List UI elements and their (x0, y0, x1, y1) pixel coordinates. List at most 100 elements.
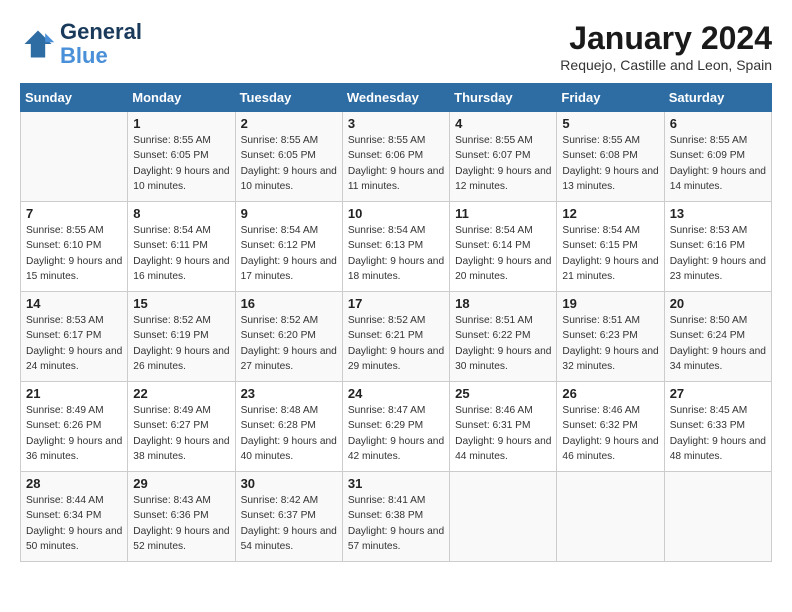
daylight-text: Daylight: 9 hours and 57 minutes. (348, 524, 444, 555)
page-header: General Blue January 2024 Requejo, Casti… (20, 20, 772, 73)
calendar-cell: 24Sunrise: 8:47 AMSunset: 6:29 PMDayligh… (342, 382, 449, 472)
sunrise-text: Sunrise: 8:46 AM (455, 403, 551, 418)
sunrise-text: Sunrise: 8:54 AM (455, 223, 551, 238)
day-info: Sunrise: 8:54 AMSunset: 6:11 PMDaylight:… (133, 223, 229, 284)
sunset-text: Sunset: 6:32 PM (562, 418, 658, 433)
calendar-cell: 18Sunrise: 8:51 AMSunset: 6:22 PMDayligh… (450, 292, 557, 382)
sunrise-text: Sunrise: 8:53 AM (26, 313, 122, 328)
weekday-header-sunday: Sunday (21, 84, 128, 112)
sunrise-text: Sunrise: 8:44 AM (26, 493, 122, 508)
sunset-text: Sunset: 6:07 PM (455, 148, 551, 163)
sunset-text: Sunset: 6:20 PM (241, 328, 337, 343)
day-number: 17 (348, 296, 444, 311)
sunrise-text: Sunrise: 8:54 AM (133, 223, 229, 238)
day-number: 15 (133, 296, 229, 311)
sunrise-text: Sunrise: 8:43 AM (133, 493, 229, 508)
sunrise-text: Sunrise: 8:47 AM (348, 403, 444, 418)
day-number: 11 (455, 206, 551, 221)
calendar-cell: 19Sunrise: 8:51 AMSunset: 6:23 PMDayligh… (557, 292, 664, 382)
daylight-text: Daylight: 9 hours and 14 minutes. (670, 164, 766, 195)
calendar-cell: 11 Sunrise: 8:54 AMSunset: 6:14 PMDayligh… (450, 202, 557, 292)
day-number: 29 (133, 476, 229, 491)
sunset-text: Sunset: 6:38 PM (348, 508, 444, 523)
day-number: 6 (670, 116, 766, 131)
sunset-text: Sunset: 6:27 PM (133, 418, 229, 433)
day-info: Sunrise: 8:52 AMSunset: 6:20 PMDaylight:… (241, 313, 337, 374)
sunset-text: Sunset: 6:08 PM (562, 148, 658, 163)
sunset-text: Sunset: 6:28 PM (241, 418, 337, 433)
daylight-text: Daylight: 9 hours and 54 minutes. (241, 524, 337, 555)
day-number: 21 (26, 386, 122, 401)
sunrise-text: Sunrise: 8:49 AM (133, 403, 229, 418)
sunset-text: Sunset: 6:05 PM (241, 148, 337, 163)
sunset-text: Sunset: 6:10 PM (26, 238, 122, 253)
sunset-text: Sunset: 6:21 PM (348, 328, 444, 343)
day-info: Sunrise: 8:55 AMSunset: 6:06 PMDaylight:… (348, 133, 444, 194)
calendar-cell: 20Sunrise: 8:50 AMSunset: 6:24 PMDayligh… (664, 292, 771, 382)
sunset-text: Sunset: 6:19 PM (133, 328, 229, 343)
day-number: 8 (133, 206, 229, 221)
daylight-text: Daylight: 9 hours and 24 minutes. (26, 344, 122, 375)
sunrise-text: Sunrise: 8:46 AM (562, 403, 658, 418)
day-info: Sunrise: 8:55 AMSunset: 6:07 PMDaylight:… (455, 133, 551, 194)
daylight-text: Daylight: 9 hours and 44 minutes. (455, 434, 551, 465)
sunset-text: Sunset: 6:24 PM (670, 328, 766, 343)
day-number: 3 (348, 116, 444, 131)
day-number: 30 (241, 476, 337, 491)
sunrise-text: Sunrise: 8:52 AM (348, 313, 444, 328)
daylight-text: Daylight: 9 hours and 11 minutes. (348, 164, 444, 195)
sunrise-text: Sunrise: 8:50 AM (670, 313, 766, 328)
sunset-text: Sunset: 6:29 PM (348, 418, 444, 433)
sunset-text: Sunset: 6:34 PM (26, 508, 122, 523)
calendar-cell (664, 472, 771, 562)
sunset-text: Sunset: 6:17 PM (26, 328, 122, 343)
sunset-text: Sunset: 6:13 PM (348, 238, 444, 253)
calendar-cell: 27Sunrise: 8:45 AMSunset: 6:33 PMDayligh… (664, 382, 771, 472)
daylight-text: Daylight: 9 hours and 40 minutes. (241, 434, 337, 465)
sunrise-text: Sunrise: 8:54 AM (562, 223, 658, 238)
calendar-cell: 6 Sunrise: 8:55 AMSunset: 6:09 PMDaylight… (664, 112, 771, 202)
day-info: Sunrise: 8:54 AMSunset: 6:13 PMDaylight:… (348, 223, 444, 284)
sunset-text: Sunset: 6:33 PM (670, 418, 766, 433)
calendar-cell: 5Sunrise: 8:55 AMSunset: 6:08 PMDaylight… (557, 112, 664, 202)
daylight-text: Daylight: 9 hours and 20 minutes. (455, 254, 551, 285)
day-info: Sunrise: 8:55 AMSunset: 6:09 PMDaylight:… (670, 133, 766, 194)
daylight-text: Daylight: 9 hours and 32 minutes. (562, 344, 658, 375)
sunset-text: Sunset: 6:22 PM (455, 328, 551, 343)
day-info: Sunrise: 8:50 AMSunset: 6:24 PMDaylight:… (670, 313, 766, 374)
daylight-text: Daylight: 9 hours and 10 minutes. (133, 164, 229, 195)
weekday-header-friday: Friday (557, 84, 664, 112)
day-number: 25 (455, 386, 551, 401)
day-info: Sunrise: 8:49 AMSunset: 6:26 PMDaylight:… (26, 403, 122, 464)
day-number: 19 (562, 296, 658, 311)
day-info: Sunrise: 8:49 AMSunset: 6:27 PMDaylight:… (133, 403, 229, 464)
calendar-cell: 4 Sunrise: 8:55 AMSunset: 6:07 PMDaylight… (450, 112, 557, 202)
day-info: Sunrise: 8:53 AMSunset: 6:17 PMDaylight:… (26, 313, 122, 374)
calendar-cell: 17Sunrise: 8:52 AMSunset: 6:21 PMDayligh… (342, 292, 449, 382)
day-number: 22 (133, 386, 229, 401)
daylight-text: Daylight: 9 hours and 16 minutes. (133, 254, 229, 285)
weekday-header-tuesday: Tuesday (235, 84, 342, 112)
daylight-text: Daylight: 9 hours and 18 minutes. (348, 254, 444, 285)
daylight-text: Daylight: 9 hours and 23 minutes. (670, 254, 766, 285)
logo-line2: Blue (60, 44, 142, 68)
calendar-cell: 2Sunrise: 8:55 AMSunset: 6:05 PMDaylight… (235, 112, 342, 202)
day-number: 4 (455, 116, 551, 131)
calendar-cell: 23Sunrise: 8:48 AMSunset: 6:28 PMDayligh… (235, 382, 342, 472)
day-info: Sunrise: 8:54 AMSunset: 6:14 PMDaylight:… (455, 223, 551, 284)
sunset-text: Sunset: 6:15 PM (562, 238, 658, 253)
month-year: January 2024 (560, 20, 772, 57)
title-block: January 2024 Requejo, Castille and Leon,… (560, 20, 772, 73)
daylight-text: Daylight: 9 hours and 46 minutes. (562, 434, 658, 465)
sunset-text: Sunset: 6:14 PM (455, 238, 551, 253)
sunrise-text: Sunrise: 8:53 AM (670, 223, 766, 238)
day-info: Sunrise: 8:55 AMSunset: 6:05 PMDaylight:… (133, 133, 229, 194)
calendar-cell: 15Sunrise: 8:52 AMSunset: 6:19 PMDayligh… (128, 292, 235, 382)
day-number: 2 (241, 116, 337, 131)
calendar-cell: 13Sunrise: 8:53 AMSunset: 6:16 PMDayligh… (664, 202, 771, 292)
daylight-text: Daylight: 9 hours and 36 minutes. (26, 434, 122, 465)
calendar-cell: 10Sunrise: 8:54 AMSunset: 6:13 PMDayligh… (342, 202, 449, 292)
day-number: 16 (241, 296, 337, 311)
daylight-text: Daylight: 9 hours and 12 minutes. (455, 164, 551, 195)
sunrise-text: Sunrise: 8:55 AM (455, 133, 551, 148)
